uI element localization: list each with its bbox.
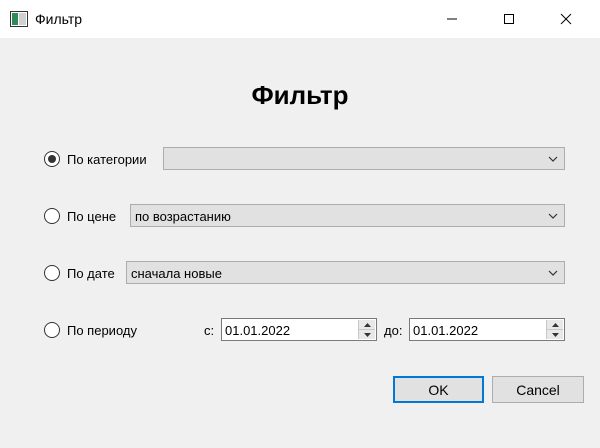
period-from-label: с: (204, 323, 215, 338)
price-sort-value: по возрастанию (135, 209, 231, 224)
caret-down-icon (363, 332, 371, 337)
period-to-label: до: (384, 323, 403, 338)
spin-up-button[interactable] (359, 320, 375, 330)
price-sort-combobox[interactable]: по возрастанию (130, 204, 565, 227)
price-radio[interactable] (44, 208, 60, 224)
minimize-button[interactable] (429, 0, 475, 38)
chevron-down-icon (548, 156, 558, 162)
title-bar: Фильтр (0, 0, 600, 38)
period-from-date-input[interactable]: 01.01.2022 (221, 318, 377, 341)
dialog-heading: Фильтр (251, 80, 349, 110)
date-radio[interactable] (44, 265, 60, 281)
period-from-value: 01.01.2022 (225, 323, 291, 338)
window-title: Фильтр (35, 11, 83, 27)
period-to-spinner (546, 320, 563, 339)
caret-down-icon (551, 332, 559, 337)
date-label: По дате (67, 266, 115, 281)
price-label: По цене (67, 209, 117, 224)
spin-up-button[interactable] (547, 320, 563, 330)
category-radio[interactable] (44, 151, 60, 167)
period-radio[interactable] (44, 322, 60, 338)
category-combobox[interactable] (163, 147, 565, 170)
period-from-spinner (358, 320, 375, 339)
spin-down-button[interactable] (547, 330, 563, 339)
close-icon (560, 13, 572, 25)
maximize-icon (504, 14, 514, 24)
period-label: По периоду (67, 323, 137, 338)
minimize-icon (447, 18, 457, 20)
period-to-date-input[interactable]: 01.01.2022 (409, 318, 565, 341)
spin-down-button[interactable] (359, 330, 375, 339)
caret-up-icon (551, 322, 559, 327)
chevron-down-icon (548, 270, 558, 276)
chevron-down-icon (548, 213, 558, 219)
period-to-value: 01.01.2022 (413, 323, 479, 338)
app-icon (10, 11, 28, 27)
category-label: По категории (67, 152, 147, 167)
maximize-button[interactable] (486, 0, 532, 38)
close-button[interactable] (543, 0, 589, 38)
date-sort-combobox[interactable]: сначала новые (126, 261, 565, 284)
caret-up-icon (363, 322, 371, 327)
ok-button[interactable]: OK (393, 376, 484, 403)
cancel-button[interactable]: Cancel (492, 376, 584, 403)
date-sort-value: сначала новые (131, 266, 222, 281)
